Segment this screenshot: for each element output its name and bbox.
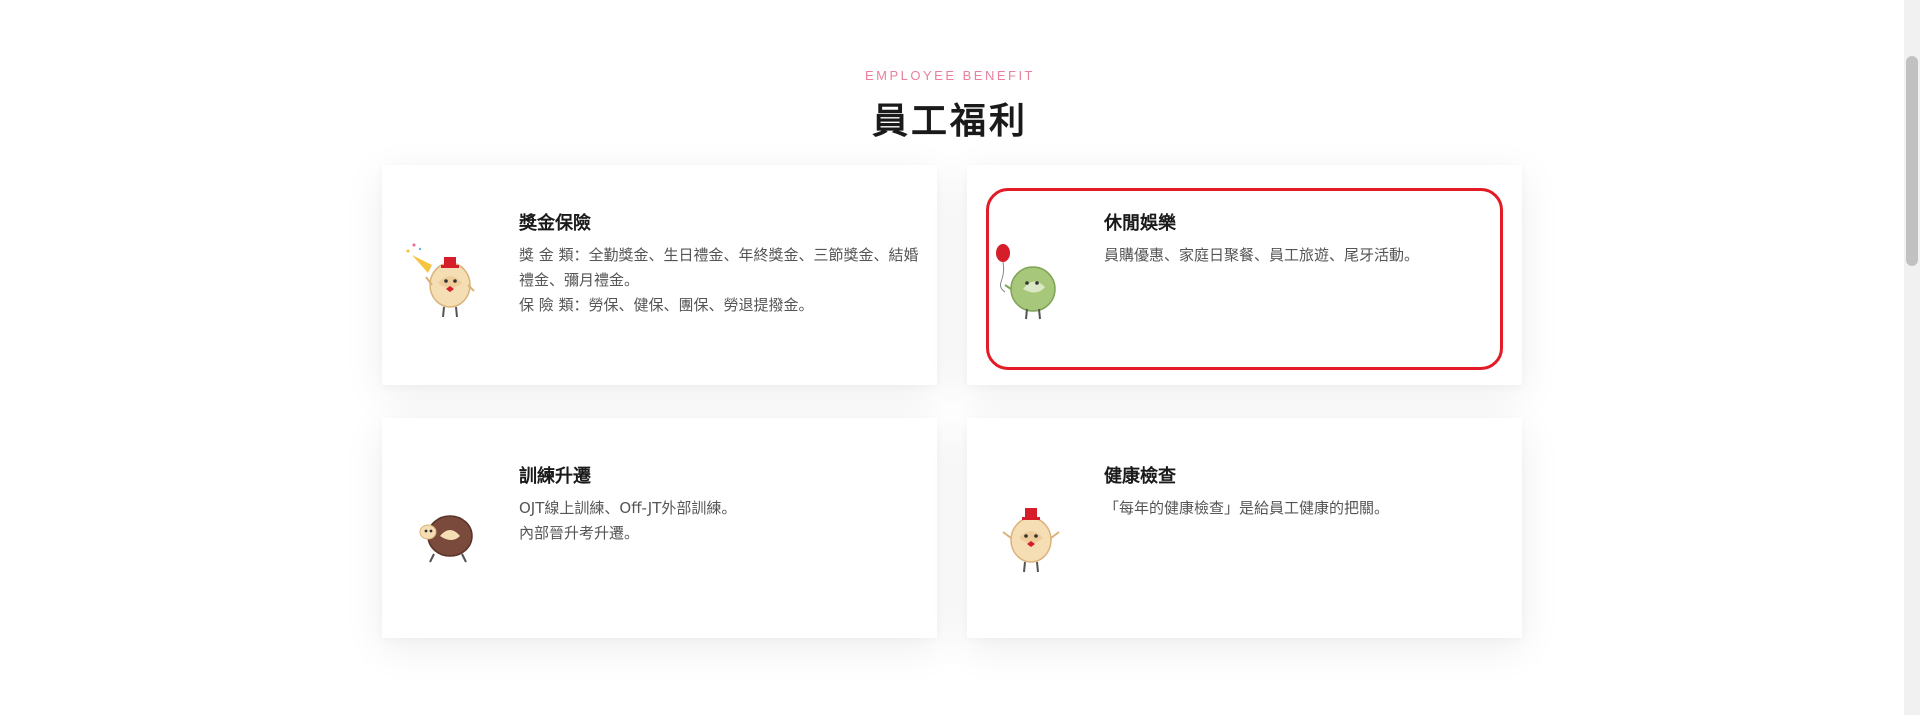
benefit-card-health-check: 健康檢查 「每年的健康檢查」是給員工健康的把關。	[967, 418, 1522, 638]
highlight-box	[986, 188, 1503, 370]
mascot-rolling-icon	[419, 515, 473, 563]
card-title: 健康檢查	[1104, 466, 1176, 487]
section-eyebrow: EMPLOYEE BENEFIT	[864, 68, 1036, 83]
mascot-party-horn-icon	[406, 243, 475, 318]
employee-benefit-section: EMPLOYEE BENEFIT 員工福利 獎金保險 獎 金 類：全勤獎金、生日…	[0, 0, 1920, 715]
card-line: 「每年的健康檢查」是給員工健康的把關。	[1104, 499, 1390, 517]
mascot-top-hat-icon	[1002, 508, 1060, 573]
scrollbar-thumb[interactable]	[1906, 56, 1918, 266]
card-line: OJT線上訓練、Off-JT外部訓練。	[519, 499, 737, 517]
card-line: 內部晉升考升遷。	[519, 524, 640, 542]
card-body: 「每年的健康檢查」是給員工健康的把關。	[1104, 496, 1504, 521]
benefit-card-training-promotion: 訓練升遷 OJT線上訓練、Off-JT外部訓練。 內部晉升考升遷。	[382, 418, 937, 638]
card-line: 獎 金 類：全勤獎金、生日禮金、年終獎金、三節獎金、結婚禮金、彌月禮金。	[519, 246, 919, 289]
benefit-card-bonus-insurance: 獎金保險 獎 金 類：全勤獎金、生日禮金、年終獎金、三節獎金、結婚禮金、彌月禮金…	[382, 165, 937, 385]
card-title: 獎金保險	[519, 213, 591, 234]
card-title: 訓練升遷	[519, 466, 591, 487]
card-body: OJT線上訓練、Off-JT外部訓練。 內部晉升考升遷。	[519, 496, 919, 546]
page-scrollbar[interactable]	[1904, 0, 1920, 715]
card-body: 獎 金 類：全勤獎金、生日禮金、年終獎金、三節獎金、結婚禮金、彌月禮金。 保 險…	[519, 243, 919, 318]
section-title: 員工福利	[871, 101, 1028, 142]
card-line: 保 險 類：勞保、健保、團保、勞退提撥金。	[519, 296, 814, 314]
